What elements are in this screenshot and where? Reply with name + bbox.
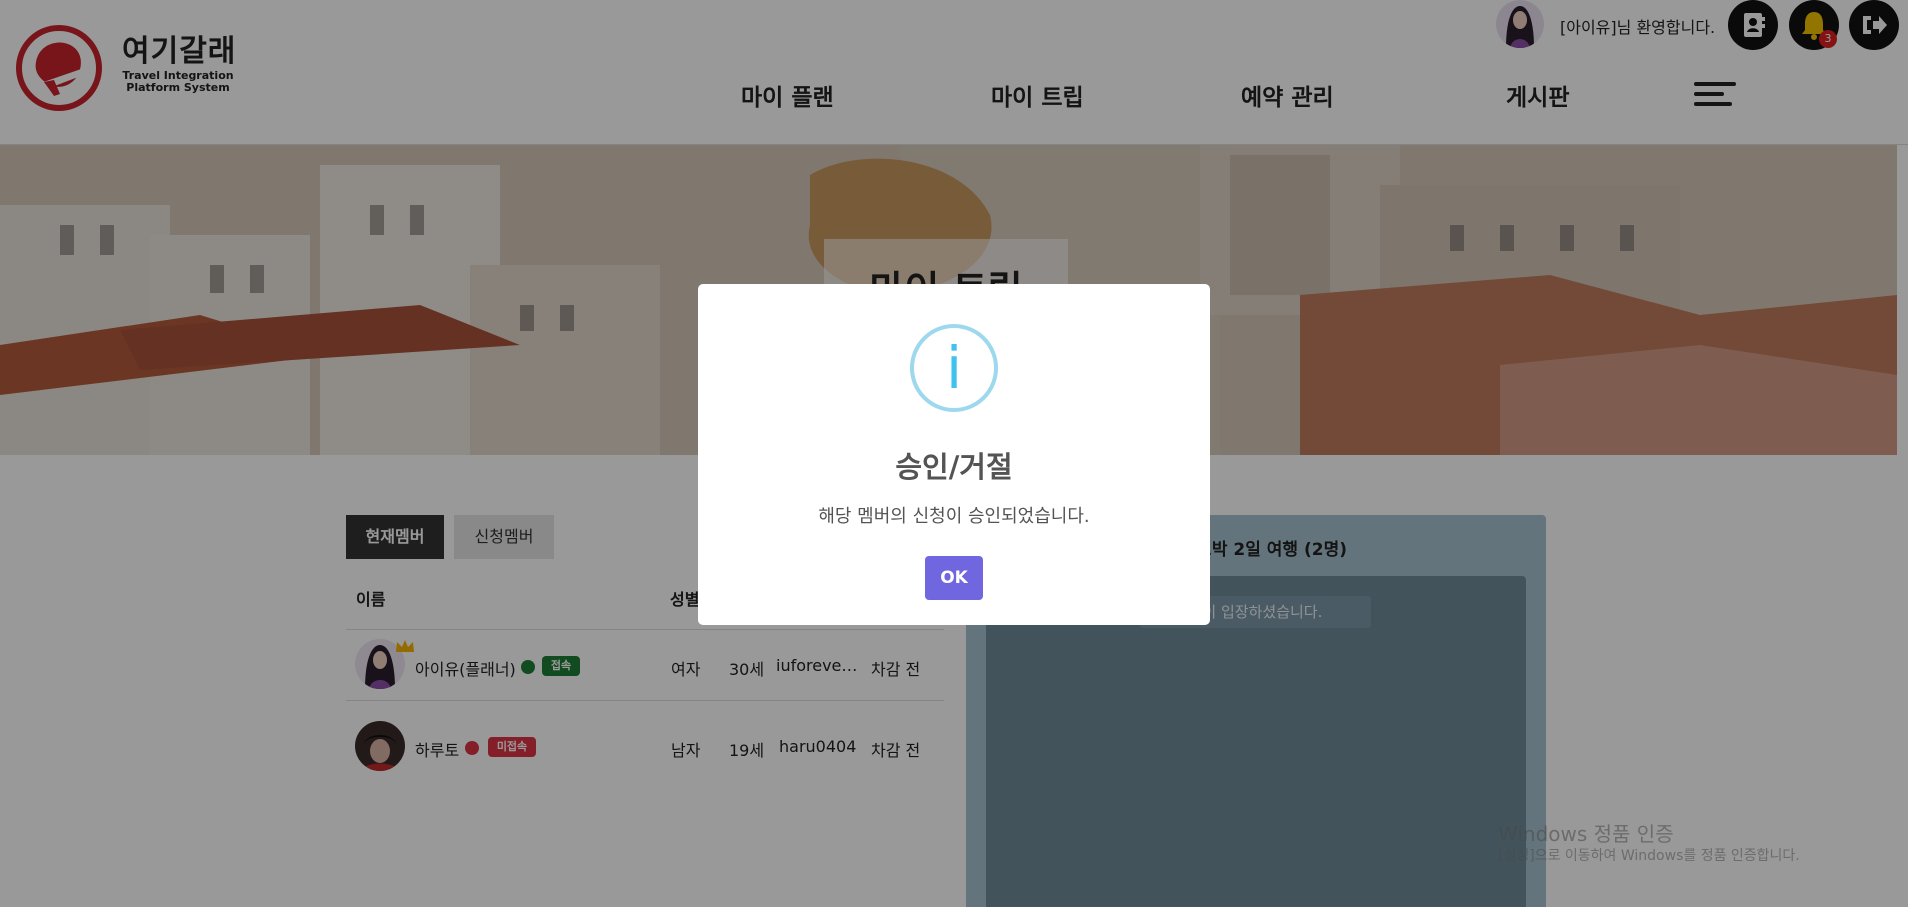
alert-dialog: i 승인/거절 해당 멤버의 신청이 승인되었습니다. OK xyxy=(698,284,1210,625)
dialog-title: 승인/거절 xyxy=(895,450,1013,484)
ok-button[interactable]: OK xyxy=(925,556,983,600)
dialog-message: 해당 멤버의 신청이 승인되었습니다. xyxy=(818,506,1090,527)
info-icon: i xyxy=(910,324,998,412)
